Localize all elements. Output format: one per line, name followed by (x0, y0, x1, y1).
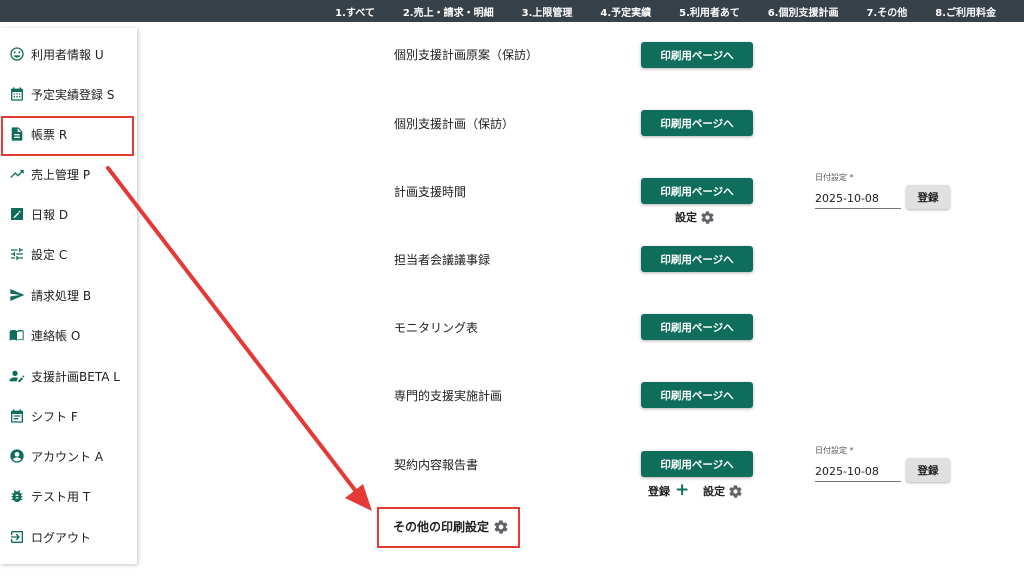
print-page-button[interactable]: 印刷用ページへ (641, 178, 753, 204)
sidebar-item-user-info[interactable]: 利用者情報 U (0, 34, 137, 74)
sidebar-item-contact-book[interactable]: 連絡帳 O (0, 315, 137, 355)
top-bar: 1.すべて 2.売上・請求・明細 3.上限管理 4.予定実績 5.利用者あて 6… (0, 0, 1024, 22)
smiley-icon (9, 46, 25, 62)
sidebar-item-label: 帳票 R (31, 127, 68, 142)
register-button[interactable]: 登録 (906, 185, 950, 209)
sidebar-item-billing[interactable]: 請求処理 B (0, 275, 137, 315)
sidebar-item-label: 請求処理 B (31, 288, 92, 303)
row-label-specialized-plan: 専門的支援実施計画 (394, 389, 503, 403)
sidebar-item-schedule-registration[interactable]: 予定実績登録 S (0, 74, 137, 114)
other-print-settings-label: その他の印刷設定 (393, 520, 490, 534)
other-print-settings-link[interactable]: その他の印刷設定 (393, 518, 509, 535)
settings-link[interactable]: 設定 (675, 209, 715, 225)
print-page-button[interactable]: 印刷用ページへ (641, 246, 753, 272)
sidebar-item-daily-report[interactable]: 日報 D (0, 194, 137, 234)
topnav-usage-fee[interactable]: 8.ご利用料金 (921, 4, 1010, 19)
settings-label: 設定 (703, 485, 725, 498)
topnav-sales-billing[interactable]: 2.売上・請求・明細 (389, 4, 508, 19)
row-label-individual-plan: 個別支援計画（保訪） (394, 117, 515, 131)
date-input[interactable] (815, 462, 901, 482)
register-button[interactable]: 登録 (906, 458, 950, 482)
sidebar-item-label: 予定実績登録 S (31, 87, 115, 102)
person-edit-icon (9, 368, 25, 384)
sidebar-item-reports[interactable]: 帳票 R (0, 114, 137, 154)
top-nav: 1.すべて 2.売上・請求・明細 3.上限管理 4.予定実績 5.利用者あて 6… (321, 0, 1010, 22)
sidebar-item-label: 連絡帳 O (31, 328, 81, 343)
gear-icon (494, 519, 508, 534)
print-page-button[interactable]: 印刷用ページへ (641, 314, 753, 340)
print-page-button[interactable]: 印刷用ページへ (641, 42, 753, 68)
sidebar-item-label: 売上管理 P (31, 167, 91, 182)
sidebar-item-label: 利用者情報 U (31, 47, 104, 62)
gear-icon (701, 210, 714, 224)
logout-icon (9, 529, 25, 545)
sidebar-item-label: シフト F (31, 409, 78, 424)
print-page-button[interactable]: 印刷用ページへ (641, 110, 753, 136)
date-setting-label: 日付設定 * (815, 173, 854, 182)
book-icon (9, 327, 25, 343)
edit-icon (9, 206, 25, 222)
date-input[interactable] (815, 189, 901, 209)
document-icon (9, 126, 25, 142)
sidebar-item-label: ログアウト (31, 530, 92, 545)
sidebar-item-label: アカウント A (31, 449, 104, 464)
topnav-schedule-actual[interactable]: 4.予定実績 (586, 4, 665, 19)
topnav-other[interactable]: 7.その他 (852, 4, 921, 19)
sidebar-item-label: 日報 D (31, 207, 69, 222)
tune-icon (9, 246, 25, 262)
sidebar-item-label: 設定 C (31, 247, 68, 262)
plus-icon: + (675, 480, 690, 500)
calendar-icon (9, 86, 25, 102)
sidebar-item-account[interactable]: アカウント A (0, 436, 137, 476)
topnav-to-users[interactable]: 5.利用者あて (665, 4, 754, 19)
row-label-plan-support-time: 計画支援時間 (394, 185, 467, 199)
register-label: 登録 (648, 484, 670, 498)
sidebar-item-support-plan-beta[interactable]: 支援計画BETA L (0, 356, 137, 396)
date-setting-field: 日付設定 * (815, 445, 901, 482)
send-icon (9, 287, 25, 303)
sidebar-item-label: テスト用 T (31, 489, 91, 504)
print-page-button[interactable]: 印刷用ページへ (641, 382, 753, 408)
settings-label: 設定 (675, 211, 697, 224)
row-label-contract-report: 契約内容報告書 (394, 458, 479, 472)
topnav-all[interactable]: 1.すべて (321, 4, 389, 19)
print-page-button[interactable]: 印刷用ページへ (641, 451, 753, 477)
settings-link[interactable]: 設定 (703, 483, 743, 499)
sidebar-item-test[interactable]: テスト用 T (0, 476, 137, 516)
topnav-individual-support-plan[interactable]: 6.個別支援計画 (754, 4, 853, 19)
bug-icon (9, 488, 25, 504)
date-setting-label: 日付設定 * (815, 446, 854, 455)
sidebar: 利用者情報 U 予定実績登録 S 帳票 R 売上管理 P 日報 D 設定 C 請… (0, 28, 137, 564)
sidebar-item-sales-management[interactable]: 売上管理 P (0, 154, 137, 194)
row-label-meeting-minutes: 担当者会議議事録 (394, 253, 491, 267)
sidebar-item-settings[interactable]: 設定 C (0, 234, 137, 274)
topnav-limit-management[interactable]: 3.上限管理 (508, 4, 587, 19)
register-add-link[interactable]: 登録 + (648, 482, 689, 499)
calendar-list-icon (9, 408, 25, 424)
trending-up-icon (9, 166, 25, 182)
account-circle-icon (9, 448, 25, 464)
annotation-arrow (106, 166, 372, 511)
sidebar-item-logout[interactable]: ログアウト (0, 517, 137, 557)
sidebar-item-shift[interactable]: シフト F (0, 396, 137, 436)
date-setting-field: 日付設定 * (815, 172, 901, 209)
row-label-draft-plan: 個別支援計画原案（保訪） (394, 48, 539, 62)
sidebar-item-label: 支援計画BETA L (31, 369, 120, 384)
row-label-monitoring: モニタリング表 (394, 321, 479, 335)
gear-icon (729, 484, 742, 498)
